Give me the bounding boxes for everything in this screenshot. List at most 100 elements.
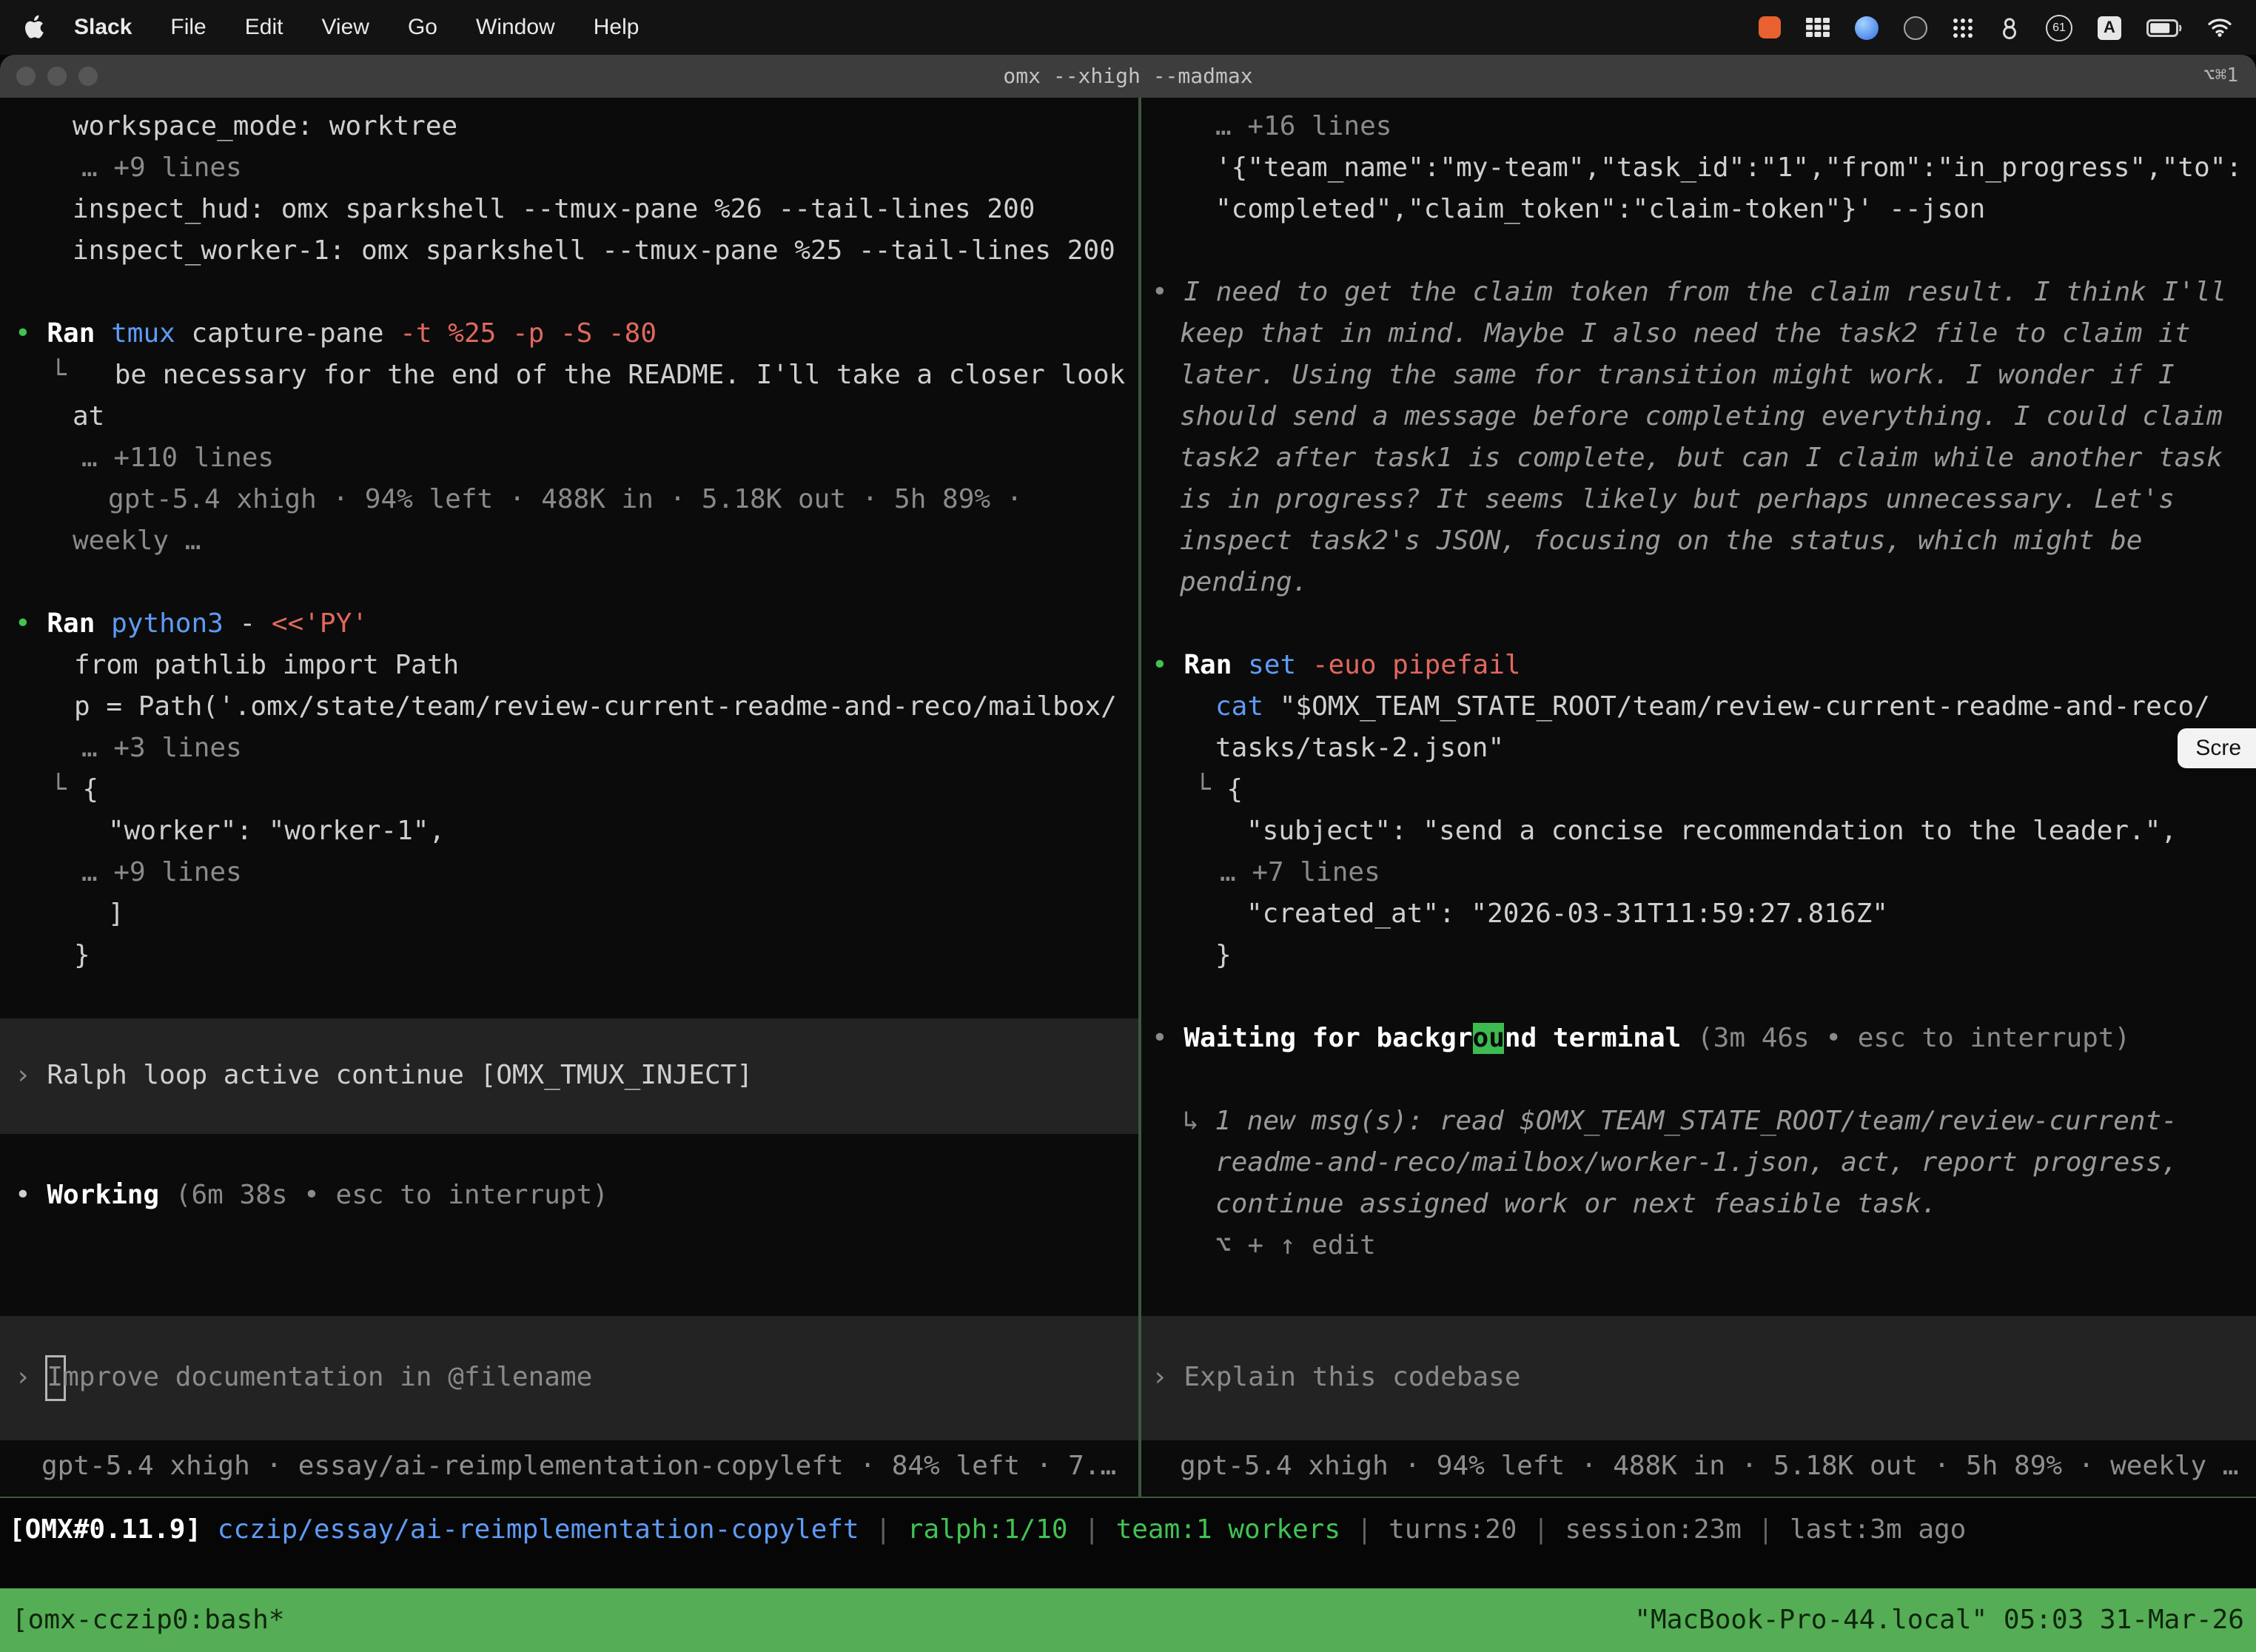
macos-menu-bar: Slack File Edit View Go Window Help [0, 0, 2256, 55]
terminal-line: • Ran set -euo pipefail [1141, 645, 2256, 687]
screen-recording-icon[interactable] [1759, 16, 1781, 38]
terminal-line: from pathlib import Path [0, 645, 1138, 687]
terminal-line: … +16 lines [1141, 107, 2256, 148]
menu-item-go[interactable]: Go [408, 15, 437, 40]
terminal-blank-line [1141, 977, 2256, 1018]
tmux-session-label: [omx-cczip0:bash* [12, 1605, 284, 1636]
clipped-tooltip: Scre [2178, 728, 2256, 768]
zoom-button[interactable] [78, 67, 98, 86]
text-cursor: I [47, 1357, 63, 1399]
terminal-line: ↳ 1 new msg(s): read $OMX_TEAM_STATE_ROO… [1141, 1101, 2256, 1143]
terminal-line: • Working (6m 38s • esc to interrupt) [0, 1175, 1138, 1217]
terminal-line: … +7 lines [1141, 853, 2256, 894]
left-pane-lines: workspace_mode: worktree … +9 lines inspec… [0, 107, 1138, 1217]
input-source-label: A [2104, 19, 2115, 36]
dots-grid-icon[interactable] [1953, 17, 1973, 38]
terminal-line: is in progress? It seems likely but perh… [1141, 480, 2256, 521]
terminal-line: inspect_worker-1: omx sparkshell --tmux-… [0, 231, 1138, 272]
window-title-bar: omx --xhigh --madmax ⌥⌘1 [0, 55, 2256, 98]
terminal-line: } [1141, 936, 2256, 977]
menu-item-window[interactable]: Window [476, 15, 555, 40]
terminal-inject-band: › Ralph loop active continue [OMX_TMUX_I… [0, 1018, 1138, 1134]
terminal-line: … +3 lines [0, 728, 1138, 770]
terminal-line: continue assigned work or next feasible … [1141, 1184, 2256, 1226]
window-title: omx --xhigh --madmax [0, 64, 2256, 88]
terminal-line: "created_at": "2026-03-31T11:59:27.816Z" [1141, 894, 2256, 936]
bottom-gap [0, 1557, 2256, 1588]
desktop-screen: Slack File Edit View Go Window Help [0, 0, 2256, 1652]
badge-61-icon[interactable]: 61 [2046, 14, 2072, 41]
terminal-line: "subject": "send a concise recommendatio… [1141, 811, 2256, 853]
active-app-name[interactable]: Slack [74, 15, 132, 40]
terminal-line: tasks/task-2.json" [1141, 728, 2256, 770]
window-shortcut-badge: ⌥⌘1 [2203, 65, 2256, 87]
prompt-chevron: › [15, 1362, 47, 1393]
terminal-line: inspect_hud: omx sparkshell --tmux-pane … [0, 189, 1138, 231]
left-status-text: gpt-5.4 xhigh · essay/ai-reimplementatio… [41, 1451, 1116, 1482]
left-status-line: gpt-5.4 xhigh · essay/ai-reimplementatio… [0, 1440, 1138, 1497]
omx-status-line: [OMX#0.11.9] cczip/essay/ai-reimplementa… [0, 1498, 2256, 1557]
terminal-line: … +9 lines [0, 853, 1138, 894]
menu-items: File Edit View Go Window Help [132, 15, 639, 40]
terminal-line: gpt-5.4 xhigh · 94% left · 488K in · 5.1… [0, 480, 1138, 521]
minimize-button[interactable] [47, 67, 67, 86]
terminal-line: "completed","claim_token":"claim-token"}… [1141, 189, 2256, 231]
terminal-line: task2 after task1 is complete, but can I… [1141, 438, 2256, 480]
terminal-blank-line [0, 977, 1138, 1018]
terminal-line: inspect task2's JSON, focusing on the st… [1141, 521, 2256, 563]
terminal-line: pending. [1141, 563, 2256, 604]
menu-item-view[interactable]: View [321, 15, 369, 40]
terminal-line: • I need to get the claim token from the… [1141, 272, 2256, 314]
badge-value: 61 [2052, 21, 2066, 34]
menu-bar-status-icons: 61 A [1759, 14, 2232, 41]
apple-menu-icon[interactable] [24, 15, 44, 40]
terminal-blank-line [1141, 231, 2256, 272]
terminal-blank-line [1141, 1060, 2256, 1101]
figure-eight-icon[interactable] [1998, 16, 2021, 39]
close-button[interactable] [16, 67, 36, 86]
terminal-line: readme-and-reco/mailbox/worker-1.json, a… [1141, 1143, 2256, 1184]
grid-icon[interactable] [1806, 18, 1830, 37]
terminal-line: … +110 lines [0, 438, 1138, 480]
terminal-blank-line [1141, 604, 2256, 645]
terminal-line: at [0, 397, 1138, 438]
terminal-line: later. Using the same for transition mig… [1141, 355, 2256, 397]
tmux-status-bar: [omx-cczip0:bash* "MacBook-Pro-44.local"… [0, 1588, 2256, 1652]
terminal-blank-line [0, 272, 1138, 314]
wifi-icon[interactable] [2207, 18, 2232, 37]
terminal-line: workspace_mode: worktree [0, 107, 1138, 148]
prompt-placeholder: Explain this codebase [1184, 1362, 1520, 1393]
input-source-icon[interactable]: A [2098, 16, 2121, 39]
terminal-line: • Ran tmux capture-pane -t %25 -p -S -80 [0, 314, 1138, 355]
terminal-line: } [0, 936, 1138, 977]
terminal-line: weekly … [0, 521, 1138, 563]
terminal-line: should send a message before completing … [1141, 397, 2256, 438]
right-status-text: gpt-5.4 xhigh · 94% left · 488K in · 5.1… [1180, 1451, 2239, 1482]
prompt-placeholder: mprove documentation in @filename [63, 1362, 592, 1393]
terminal-line: • Ran python3 - <<'PY' [0, 604, 1138, 645]
battery-icon[interactable] [2146, 19, 2182, 36]
terminal-line: └ be necessary for the end of the README… [0, 355, 1138, 397]
tmux-panes: workspace_mode: worktree … +9 lines inspec… [0, 98, 2256, 1498]
menu-item-help[interactable]: Help [594, 15, 639, 40]
terminal-line: '{"team_name":"my-team","task_id":"1","f… [1141, 148, 2256, 189]
dark-app-icon[interactable] [1904, 16, 1927, 39]
blue-app-icon[interactable] [1855, 16, 1879, 39]
left-terminal-pane[interactable]: workspace_mode: worktree … +9 lines inspec… [0, 98, 1138, 1497]
menu-item-file[interactable]: File [170, 15, 206, 40]
terminal-line: └ { [1141, 770, 2256, 811]
terminal-line: "worker": "worker-1", [0, 811, 1138, 853]
menu-item-edit[interactable]: Edit [245, 15, 283, 40]
terminal-line: ⌥ + ↑ edit [1141, 1226, 2256, 1267]
left-prompt-input[interactable]: › Improve documentation in @filename [0, 1316, 1138, 1440]
terminal-blank-line [0, 1134, 1138, 1175]
terminal-line: cat "$OMX_TEAM_STATE_ROOT/team/review-cu… [1141, 687, 2256, 728]
right-terminal-pane[interactable]: … +16 lines'{"team_name":"my-team","task… [1141, 98, 2256, 1497]
terminal-line: └ { [0, 770, 1138, 811]
right-prompt-input[interactable]: › Explain this codebase [1141, 1316, 2256, 1440]
right-status-line: gpt-5.4 xhigh · 94% left · 488K in · 5.1… [1141, 1440, 2256, 1497]
traffic-lights [0, 67, 98, 86]
terminal-line: • Waiting for background terminal (3m 46… [1141, 1018, 2256, 1060]
terminal-line: keep that in mind. Maybe I also need the… [1141, 314, 2256, 355]
prompt-chevron: › [1152, 1362, 1184, 1393]
